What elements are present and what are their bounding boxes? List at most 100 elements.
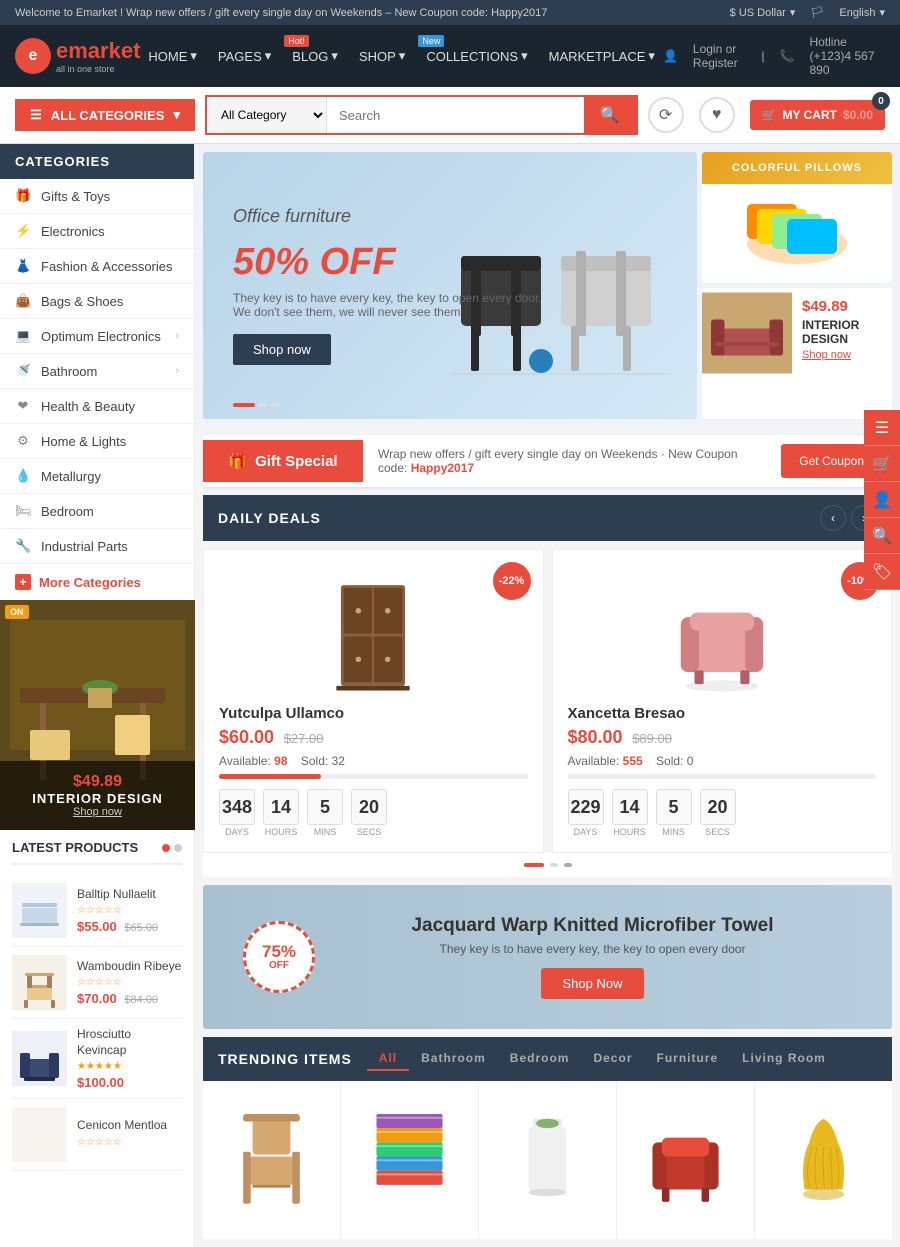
sidebar-item-home-lights[interactable]: ⚙ Home & Lights (0, 424, 194, 459)
product-name-1: Balltip Nullaelit (77, 887, 182, 903)
trending-product-4[interactable] (617, 1081, 755, 1239)
product-stars-3: ★★★★★ (77, 1061, 182, 1072)
countdown-2: 229 DAYS 14 HOURS 5 MINS 20 SECS (568, 789, 877, 837)
home-lights-icon: ⚙ (15, 433, 31, 449)
sidebar-interior-banner[interactable]: ON $49.89 INTERIOR DESIGN Shop now (0, 600, 195, 830)
nav-blog[interactable]: Hot! BLOG ▾ (284, 43, 346, 69)
nav-marketplace[interactable]: MARKETPLACE ▾ (541, 43, 663, 69)
deal-old-price-1: $27.00 (284, 731, 324, 746)
collections-badge: New (418, 35, 444, 47)
tab-living-room[interactable]: Living Room (730, 1047, 838, 1071)
cart-button[interactable]: 🛒 0 MY CART $0.00 (750, 100, 885, 130)
bags-icon: 👜 (15, 293, 31, 309)
tab-bathroom[interactable]: Bathroom (409, 1047, 498, 1071)
all-categories-button[interactable]: ☰ ALL CATEGORIES ▾ (15, 99, 195, 131)
float-cart-btn[interactable]: 🛒 (864, 446, 900, 482)
banner-link[interactable]: Shop now (12, 806, 183, 818)
tab-decor[interactable]: Decor (581, 1047, 644, 1071)
hero-main-banner[interactable]: Office furniture 50% OFF They key is to … (203, 152, 697, 419)
bathroom-icon: 🚿 (15, 363, 31, 379)
cart-price: $0.00 (843, 108, 873, 122)
deal-sold-1: 32 (332, 754, 345, 768)
tab-bedroom[interactable]: Bedroom (498, 1047, 582, 1071)
deal-card-2[interactable]: -10% Xancetta Bresao $80.00 (552, 549, 893, 853)
sidebar-item-industrial[interactable]: 🔧 Industrial Parts (0, 529, 194, 564)
sidebar-item-electronics[interactable]: ⚡ Electronics (0, 214, 194, 249)
deal-card-1[interactable]: -22% Yutc (203, 549, 544, 853)
currency-chevron: ▾ (790, 6, 796, 19)
search-bar: ☰ ALL CATEGORIES ▾ All Category 🔍 ⟳ ♥ 🛒 … (0, 87, 900, 144)
deal-progress-fill-1 (219, 774, 321, 779)
product-thumb-2 (12, 955, 67, 1010)
wide-banner-subtitle: They key is to have every key, the key t… (440, 942, 746, 956)
sidebar-item-bathroom[interactable]: 🚿 Bathroom › (0, 354, 194, 389)
optimum-chevron: › (175, 330, 179, 342)
tab-all[interactable]: All (367, 1047, 409, 1071)
language-selector[interactable]: English ▾ (839, 6, 885, 19)
trending-img-3 (494, 1096, 601, 1216)
trending-svg-4 (643, 1104, 728, 1209)
float-menu-btn[interactable]: ☰ (864, 410, 900, 446)
nav-collections[interactable]: New COLLECTIONS ▾ (418, 43, 535, 69)
login-link[interactable]: Login or Register (693, 42, 746, 70)
hero-shop-button[interactable]: Shop now (233, 334, 331, 365)
trending-product-1[interactable] (203, 1081, 341, 1239)
interior-card-info: $49.89 INTERIOR DESIGN Shop now (792, 288, 892, 419)
float-user-btn[interactable]: 👤 (864, 482, 900, 518)
nav-pages[interactable]: PAGES ▾ (210, 43, 279, 69)
sidebar-item-health[interactable]: ❤ Health & Beauty (0, 389, 194, 424)
sidebar-item-optimum[interactable]: 💻 Optimum Electronics › (0, 319, 194, 354)
sidebar-item-gifts[interactable]: 🎁 Gifts & Toys (0, 179, 194, 214)
latest-product-1[interactable]: Balltip Nullaelit ☆☆☆☆☆ $55.00 $65.00 (12, 875, 182, 947)
sidebar-label-gifts: Gifts & Toys (41, 189, 110, 204)
hero-desc: They key is to have every key, the key t… (233, 291, 667, 319)
interior-link[interactable]: Shop now (802, 349, 882, 361)
trending-product-3[interactable] (479, 1081, 617, 1239)
wide-banner-button[interactable]: Shop Now (541, 968, 645, 999)
blog-chevron: ▾ (331, 48, 338, 64)
sidebar-header: CATEGORIES (0, 144, 194, 179)
float-search-btn[interactable]: 🔍 (864, 518, 900, 554)
more-categories[interactable]: + More Categories (0, 564, 194, 600)
user-icon: 👤 (663, 49, 678, 63)
nav-shop[interactable]: SHOP ▾ (351, 43, 413, 69)
latest-product-3[interactable]: Hrosciutto Kevincap ★★★★★ $100.00 (12, 1019, 182, 1099)
hero-section: Office furniture 50% OFF They key is to … (195, 144, 900, 427)
hamburger-icon: ☰ (30, 107, 42, 123)
nav-home[interactable]: HOME ▾ (140, 43, 205, 69)
refresh-button[interactable]: ⟳ (648, 97, 684, 133)
sidebar-item-bags[interactable]: 👜 Bags & Shoes (0, 284, 194, 319)
brand-name: emarket (56, 38, 140, 64)
sidebar-item-metallurgy[interactable]: 💧 Metallurgy (0, 459, 194, 494)
interior-card[interactable]: $49.89 INTERIOR DESIGN Shop now (702, 288, 892, 419)
wishlist-button[interactable]: ♥ (699, 97, 735, 133)
trending-svg-3 (505, 1104, 590, 1209)
trending-svg-5 (781, 1104, 866, 1209)
sidebar-item-bedroom[interactable]: 🛏 Bedroom (0, 494, 194, 529)
float-tag-btn[interactable]: 🏷 (864, 554, 900, 590)
trending-product-2[interactable] (341, 1081, 479, 1239)
countdown-hours-1: 14 HOURS (263, 789, 299, 837)
product-info-4: Cenicon Mentloa ☆☆☆☆☆ (77, 1118, 182, 1151)
trending-svg-1 (229, 1104, 314, 1209)
main-nav: HOME ▾ PAGES ▾ Hot! BLOG ▾ SHOP ▾ New CO… (140, 43, 663, 69)
pillows-card[interactable]: COLORFUL PILLOWS Starts at $29. (702, 152, 892, 283)
wide-banner[interactable]: 75% OFF Jacquard Warp Knitted Microfiber… (203, 885, 892, 1029)
logo[interactable]: e emarket all in one store (15, 38, 140, 74)
category-select[interactable]: All Category (207, 97, 327, 133)
deal-name-2: Xancetta Bresao (568, 705, 877, 722)
latest-product-4[interactable]: Cenicon Mentloa ☆☆☆☆☆ (12, 1099, 182, 1171)
deal-svg-1 (318, 568, 428, 703)
sidebar-item-fashion[interactable]: 👗 Fashion & Accessories (0, 249, 194, 284)
search-input[interactable] (327, 97, 584, 133)
dot-active-1 (524, 863, 544, 867)
trending-product-5[interactable] (755, 1081, 892, 1239)
tab-furniture[interactable]: Furniture (644, 1047, 730, 1071)
deal-prev-button[interactable]: ‹ (820, 505, 846, 531)
search-button[interactable]: 🔍 (584, 97, 636, 133)
product-price-1: $55.00 $65.00 (77, 919, 182, 934)
health-icon: ❤ (15, 398, 31, 414)
latest-product-2[interactable]: Wamboudin Ribeye ☆☆☆☆☆ $70.00 $84.00 (12, 947, 182, 1019)
currency-selector[interactable]: $ US Dollar ▾ (730, 6, 796, 19)
deal-avail-count-2: 555 (623, 754, 643, 768)
